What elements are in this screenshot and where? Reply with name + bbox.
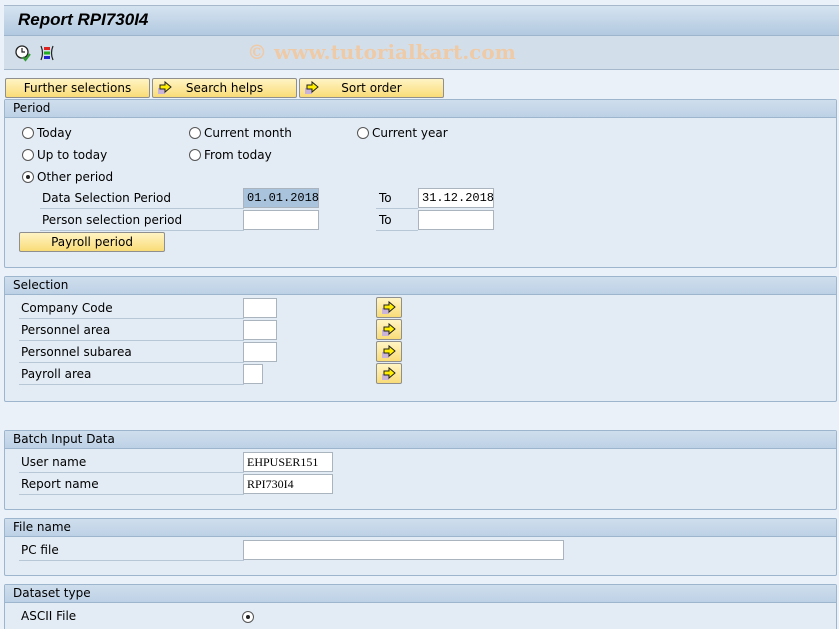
arrow-right-icon (382, 300, 396, 314)
radio-today[interactable]: Today (22, 125, 72, 141)
person-selection-to-input[interactable] (418, 210, 494, 230)
report-name-label: Report name (19, 474, 244, 495)
arrow-right-icon (382, 366, 396, 380)
user-name-label: User name (19, 452, 244, 473)
personnel-area-multiple-selection-button[interactable] (376, 319, 402, 340)
variant-selection-icon[interactable] (38, 44, 56, 62)
radio-label: Current year (372, 126, 448, 140)
radio-other-period[interactable]: Other period (22, 169, 113, 185)
selection-group-title: Selection (5, 277, 836, 295)
ascii-file-label: ASCII File (21, 609, 77, 623)
user-name-input[interactable]: EHPUSER151 (243, 452, 333, 472)
radio-button[interactable] (22, 149, 34, 161)
page-title: Report RPI730I4 (18, 10, 149, 29)
company-code-label: Company Code (19, 298, 244, 319)
watermark-text: © www.tutorialkart.com (247, 40, 516, 64)
person-selection-period-label: Person selection period (40, 210, 244, 231)
radio-label: Other period (37, 170, 114, 184)
personnel-subarea-input[interactable] (243, 342, 277, 362)
radio-up-to-today[interactable]: Up to today (22, 147, 107, 163)
title-bar: Report RPI730I4 (4, 5, 839, 36)
arrow-right-icon (382, 344, 396, 358)
search-helps-button[interactable]: Search helps (152, 78, 297, 98)
pc-file-label: PC file (19, 540, 244, 561)
report-name-input[interactable]: RPI730I4 (243, 474, 333, 494)
arrow-right-icon (382, 322, 396, 336)
radio-from-today[interactable]: From today (189, 147, 272, 163)
further-selections-label: Further selections (23, 81, 132, 95)
data-selection-to-input[interactable]: 31.12.2018 (418, 188, 494, 208)
sort-order-label: Sort order (341, 81, 402, 95)
personnel-area-label: Personnel area (19, 320, 244, 341)
batch-input-group-title: Batch Input Data (5, 431, 836, 449)
radio-current-year[interactable]: Current year (357, 125, 448, 141)
period-group-title: Period (5, 100, 836, 118)
payroll-period-button[interactable]: Payroll period (19, 232, 165, 252)
personnel-subarea-label: Personnel subarea (19, 342, 244, 363)
to-label: To (376, 210, 418, 231)
payroll-area-label: Payroll area (19, 364, 244, 385)
execute-clock-icon[interactable] (14, 44, 32, 62)
file-name-group-title: File name (5, 519, 836, 537)
further-selections-button[interactable]: Further selections (5, 78, 150, 98)
arrow-right-icon (158, 80, 172, 94)
personnel-subarea-multiple-selection-button[interactable] (376, 341, 402, 362)
radio-label: Up to today (37, 148, 108, 162)
payroll-period-label: Payroll period (51, 235, 133, 249)
pc-file-input[interactable] (243, 540, 564, 560)
radio-current-month[interactable]: Current month (189, 125, 292, 141)
search-helps-label: Search helps (185, 81, 264, 95)
radio-button[interactable] (22, 127, 34, 139)
person-selection-from-input[interactable] (243, 210, 319, 230)
radio-label: Today (37, 126, 72, 140)
radio-button-selected[interactable] (22, 171, 34, 183)
payroll-area-input[interactable] (243, 364, 263, 384)
radio-button[interactable] (189, 127, 201, 139)
data-selection-from-input[interactable]: 01.01.2018 (243, 188, 319, 208)
company-code-input[interactable] (243, 298, 277, 318)
application-toolbar: © www.tutorialkart.com (4, 36, 839, 70)
radio-button[interactable] (357, 127, 369, 139)
arrow-right-icon (305, 80, 319, 94)
dataset-type-group-title: Dataset type (5, 585, 836, 603)
personnel-area-input[interactable] (243, 320, 277, 340)
payroll-area-multiple-selection-button[interactable] (376, 363, 402, 384)
data-selection-period-label: Data Selection Period (40, 188, 244, 209)
to-label: To (376, 188, 418, 209)
radio-label: From today (204, 148, 272, 162)
radio-label: Current month (204, 126, 292, 140)
radio-button[interactable] (189, 149, 201, 161)
company-code-multiple-selection-button[interactable] (376, 297, 402, 318)
sort-order-button[interactable]: Sort order (299, 78, 444, 98)
radio-button-selected[interactable] (242, 611, 254, 623)
